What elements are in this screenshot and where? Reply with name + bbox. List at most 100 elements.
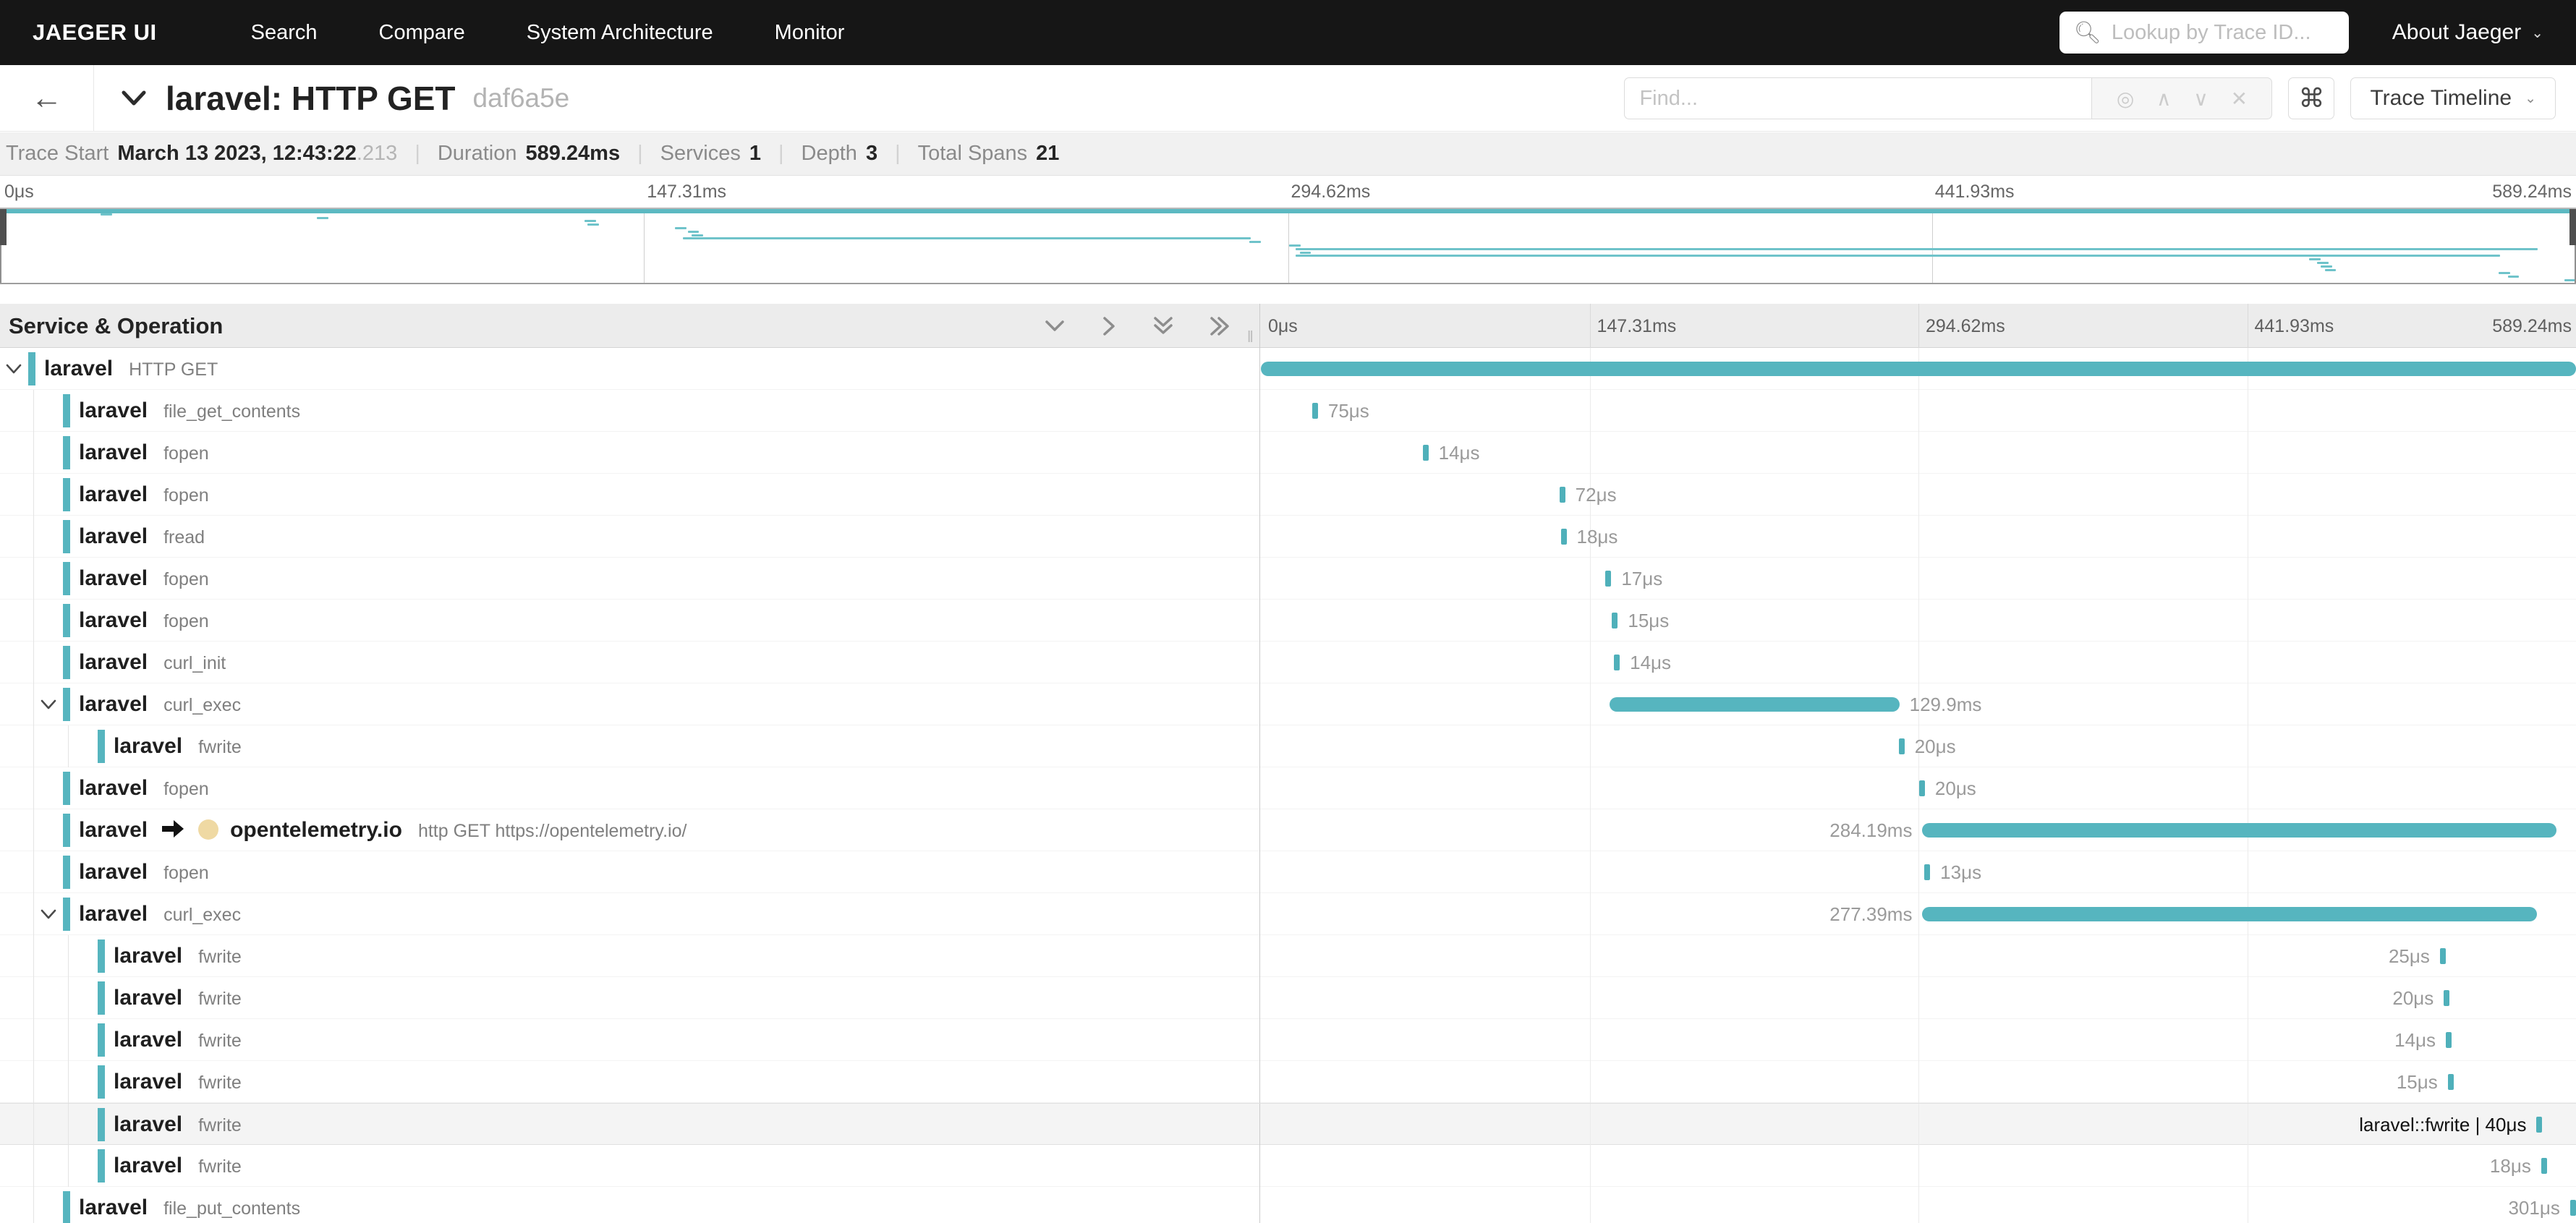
- span-name-cell[interactable]: laravel fopen: [0, 600, 1260, 642]
- caret-down-icon[interactable]: ∨: [2193, 87, 2209, 111]
- span-name-cell[interactable]: laravel curl_init: [0, 642, 1260, 683]
- span-row[interactable]: laravel fwrite laravel::fwrite | 40μs: [0, 1103, 2576, 1146]
- span-duration-bar[interactable]: [1922, 907, 2538, 921]
- collapse-one-icon[interactable]: [1042, 316, 1067, 336]
- span-duration-tick[interactable]: [1312, 403, 1318, 419]
- trace-view-selector[interactable]: Trace Timeline ⌄: [2350, 77, 2556, 119]
- span-timeline-cell[interactable]: 20μs: [1261, 725, 2576, 767]
- span-timeline-cell[interactable]: 15μs: [1261, 1061, 2576, 1103]
- span-duration-bar[interactable]: [1922, 823, 2556, 838]
- span-name-cell[interactable]: laravel fwrite: [0, 935, 1260, 977]
- nav-item-compare[interactable]: Compare: [379, 21, 465, 45]
- collapse-trace-chevron-icon[interactable]: [119, 89, 148, 108]
- span-row[interactable]: laravel fopen 72μs: [0, 474, 2576, 516]
- span-name-cell[interactable]: laravel fopen: [0, 432, 1260, 474]
- span-row[interactable]: laravel fopen 14μs: [0, 432, 2576, 474]
- nav-item-system-architecture[interactable]: System Architecture: [527, 21, 713, 45]
- span-row[interactable]: laravel curl_exec 129.9ms: [0, 683, 2576, 725]
- span-duration-tick[interactable]: [2439, 948, 2446, 964]
- span-name-cell[interactable]: laravel fopen: [0, 558, 1260, 600]
- trace-minimap[interactable]: [0, 208, 2576, 284]
- span-timeline-cell[interactable]: 20μs: [1261, 977, 2576, 1019]
- span-name-cell[interactable]: laravel curl_exec: [0, 893, 1260, 935]
- span-row[interactable]: laravel curl_init 14μs: [0, 642, 2576, 683]
- span-duration-tick[interactable]: [1898, 738, 1905, 754]
- span-timeline-cell[interactable]: 13μs: [1261, 851, 2576, 893]
- span-row[interactable]: laravel fwrite 25μs: [0, 935, 2576, 977]
- span-name-cell[interactable]: laravel fopen: [0, 851, 1260, 893]
- span-duration-bar[interactable]: [1261, 362, 2576, 376]
- span-row[interactable]: laravel fread 18μs: [0, 516, 2576, 558]
- span-row[interactable]: laravel curl_exec 277.39ms: [0, 893, 2576, 935]
- span-name-cell[interactable]: laravel fwrite: [0, 977, 1260, 1019]
- span-row[interactable]: laravel HTTP GET: [0, 348, 2576, 390]
- span-expander-chevron-icon[interactable]: [4, 360, 23, 378]
- span-name-cell[interactable]: laravel curl_exec: [0, 683, 1260, 725]
- span-timeline-cell[interactable]: 14μs: [1261, 642, 2576, 683]
- span-name-cell[interactable]: laravel fread: [0, 516, 1260, 558]
- span-timeline-cell[interactable]: 17μs: [1261, 558, 2576, 600]
- span-name-cell[interactable]: laravel HTTP GET: [0, 348, 1260, 390]
- span-timeline-cell[interactable]: 15μs: [1261, 600, 2576, 642]
- span-duration-tick[interactable]: [2444, 990, 2450, 1006]
- clear-icon[interactable]: ✕: [2231, 87, 2248, 111]
- span-row[interactable]: laravel file_get_contents 75μs: [0, 390, 2576, 432]
- span-row[interactable]: laravel fwrite 20μs: [0, 725, 2576, 767]
- span-row[interactable]: laravel fwrite 20μs: [0, 977, 2576, 1019]
- minimap-drag-handle[interactable]: [0, 209, 7, 245]
- span-row[interactable]: laravel fwrite 18μs: [0, 1145, 2576, 1187]
- span-timeline-cell[interactable]: 129.9ms: [1261, 683, 2576, 725]
- span-duration-bar[interactable]: [1609, 697, 1900, 712]
- span-timeline-cell[interactable]: 14μs: [1261, 432, 2576, 474]
- span-duration-tick[interactable]: [1614, 655, 1620, 670]
- span-row[interactable]: laravel fopen 17μs: [0, 558, 2576, 600]
- span-name-cell[interactable]: laravel fwrite: [0, 1145, 1260, 1187]
- span-timeline-cell[interactable]: 277.39ms: [1261, 893, 2576, 935]
- span-duration-tick[interactable]: [1918, 780, 1925, 796]
- span-duration-tick[interactable]: [2541, 1158, 2547, 1174]
- span-name-cell[interactable]: laravel fwrite: [0, 1104, 1260, 1146]
- span-timeline-cell[interactable]: 25μs: [1261, 935, 2576, 977]
- minimap-drag-handle[interactable]: [2569, 209, 2576, 245]
- span-name-cell[interactable]: laravel fopen: [0, 767, 1260, 809]
- span-timeline-cell[interactable]: 75μs: [1261, 390, 2576, 432]
- target-icon[interactable]: ◎: [2117, 87, 2134, 111]
- back-button[interactable]: ←: [0, 65, 94, 132]
- span-duration-tick[interactable]: [1612, 613, 1618, 628]
- span-duration-tick[interactable]: [1605, 571, 1612, 587]
- span-name-cell[interactable]: laravel file_put_contents: [0, 1187, 1260, 1223]
- span-row[interactable]: laravel file_put_contents 301μs: [0, 1187, 2576, 1223]
- span-timeline-cell[interactable]: laravel::fwrite | 40μs: [1261, 1104, 2576, 1146]
- nav-item-monitor[interactable]: Monitor: [775, 21, 845, 45]
- span-row[interactable]: laravel fopen 20μs: [0, 767, 2576, 809]
- collapse-all-icon[interactable]: [1151, 315, 1176, 338]
- span-timeline-cell[interactable]: 284.19ms: [1261, 809, 2576, 851]
- span-timeline-cell[interactable]: 20μs: [1261, 767, 2576, 809]
- span-timeline-cell[interactable]: 18μs: [1261, 516, 2576, 558]
- span-duration-tick[interactable]: [1924, 864, 1931, 880]
- span-name-cell[interactable]: laravel fwrite: [0, 725, 1260, 767]
- span-duration-tick[interactable]: [2447, 1074, 2454, 1090]
- about-jaeger-menu[interactable]: About Jaeger ⌄: [2392, 20, 2543, 45]
- span-name-cell[interactable]: laravel fwrite: [0, 1061, 1260, 1103]
- span-timeline-cell[interactable]: 18μs: [1261, 1145, 2576, 1187]
- span-row[interactable]: laravel fopen 15μs: [0, 600, 2576, 642]
- span-duration-tick[interactable]: [2536, 1117, 2543, 1133]
- span-timeline-cell[interactable]: 14μs: [1261, 1019, 2576, 1061]
- span-row[interactable]: laravel fwrite 15μs: [0, 1061, 2576, 1103]
- span-timeline-cell[interactable]: [1261, 348, 2576, 390]
- keyboard-shortcuts-button[interactable]: ⌘: [2288, 77, 2335, 119]
- span-row[interactable]: laravel fopen 13μs: [0, 851, 2576, 893]
- span-row[interactable]: laravel opentelemetry.io http GET https://…: [0, 809, 2576, 851]
- span-name-cell[interactable]: laravel opentelemetry.io http GET https://…: [0, 809, 1260, 851]
- span-row[interactable]: laravel fwrite 14μs: [0, 1019, 2576, 1061]
- span-name-cell[interactable]: laravel fwrite: [0, 1019, 1260, 1061]
- span-name-cell[interactable]: laravel fopen: [0, 474, 1260, 516]
- expand-all-icon[interactable]: [1207, 315, 1232, 337]
- trace-id-input[interactable]: [2111, 20, 2343, 45]
- span-duration-tick[interactable]: [2446, 1032, 2452, 1048]
- column-resizer-handle[interactable]: ‖: [1247, 328, 1255, 346]
- span-duration-tick[interactable]: [1422, 445, 1429, 461]
- span-duration-tick[interactable]: [1559, 487, 1565, 503]
- caret-up-icon[interactable]: ∧: [2156, 87, 2172, 111]
